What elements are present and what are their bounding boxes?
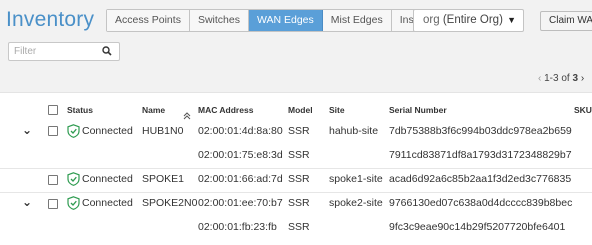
col-header-sku[interactable]: SKU	[574, 105, 592, 115]
row-mac: 02:00:01:75:e8:3d	[198, 149, 283, 161]
row-checkbox[interactable]	[48, 199, 58, 209]
filter-input[interactable]: Filter	[8, 42, 120, 61]
org-select[interactable]: org (Entire Org) ▼	[413, 9, 524, 32]
pagination: ‹ 1-3 of 3 ›	[538, 73, 584, 84]
row-site[interactable]: hahub-site	[329, 125, 378, 137]
inventory-table: Status Name MAC Address Model Site Seria…	[0, 92, 592, 245]
org-select-prefix: org	[423, 14, 440, 26]
page-title: Inventory	[6, 8, 95, 31]
col-header-model[interactable]: Model	[288, 105, 313, 115]
row-mac: 02:00:01:4d:8a:80	[198, 125, 283, 137]
row-mac: 02:00:01:fb:23:fb	[198, 221, 277, 233]
shield-check-icon	[67, 124, 80, 143]
tab-mist-edges[interactable]: Mist Edges	[322, 10, 392, 31]
expand-chevron-icon[interactable]: ⌄	[22, 195, 32, 209]
expand-chevron-icon[interactable]: ⌄	[22, 123, 32, 137]
tab-access-points[interactable]: Access Points	[107, 10, 190, 31]
row-serial: 7911cd83871df8a1793d3172348829b7	[389, 149, 572, 161]
row-serial: acad6d92a6c85b2aa1f3d2ed3c776835	[389, 173, 572, 185]
row-status: Connected	[82, 173, 133, 185]
select-all-checkbox[interactable]	[48, 105, 58, 115]
row-serial: 7db75388b3f6c994b03ddc978ea2b659	[389, 125, 572, 137]
row-model: SSR	[288, 197, 310, 209]
row-divider	[0, 168, 592, 169]
col-header-site[interactable]: Site	[329, 105, 345, 115]
filter-placeholder: Filter	[14, 46, 37, 57]
row-name[interactable]: SPOKE2N0	[142, 197, 197, 209]
row-model: SSR	[288, 221, 310, 233]
tab-wan-edges[interactable]: WAN Edges	[248, 10, 323, 31]
row-name[interactable]: HUB1N0	[142, 125, 183, 137]
caret-down-icon: ▼	[507, 15, 516, 25]
tab-switches[interactable]: Switches	[189, 10, 249, 31]
row-divider	[0, 192, 592, 193]
row-name[interactable]: SPOKE1	[142, 173, 184, 185]
row-mac: 02:00:01:66:ad:7d	[198, 173, 283, 185]
search-icon	[102, 45, 112, 62]
row-site[interactable]: spoke2-site	[329, 197, 383, 209]
col-header-status[interactable]: Status	[67, 105, 93, 115]
shield-check-icon	[67, 196, 80, 215]
row-serial: 9fc3c9eae90c14b29f5207720bfe6401	[389, 221, 566, 233]
sort-asc-icon[interactable]	[183, 107, 191, 125]
row-status: Connected	[82, 125, 133, 137]
row-model: SSR	[288, 149, 310, 161]
col-header-mac[interactable]: MAC Address	[198, 105, 253, 115]
next-page-icon[interactable]: ›	[581, 73, 584, 84]
row-mac: 02:00:01:ee:70:b7	[198, 197, 283, 209]
row-site[interactable]: spoke1-site	[329, 173, 383, 185]
row-model: SSR	[288, 173, 310, 185]
row-serial: 9766130ed07c638a0d4dcccc839b8bec	[389, 197, 573, 209]
row-model: SSR	[288, 125, 310, 137]
row-checkbox[interactable]	[48, 175, 58, 185]
row-checkbox[interactable]	[48, 126, 58, 136]
row-status: Connected	[82, 197, 133, 209]
org-select-value: (Entire Org)	[442, 14, 503, 26]
page-range: 1-3	[544, 73, 559, 84]
col-header-serial[interactable]: Serial Number	[389, 105, 447, 115]
page-of: of	[561, 73, 570, 84]
col-header-name[interactable]: Name	[142, 105, 165, 115]
shield-check-icon	[67, 172, 80, 191]
claim-wan-button[interactable]: Claim WAN	[540, 11, 592, 31]
page-total: 3	[572, 73, 579, 84]
prev-page-icon[interactable]: ‹	[538, 73, 541, 84]
